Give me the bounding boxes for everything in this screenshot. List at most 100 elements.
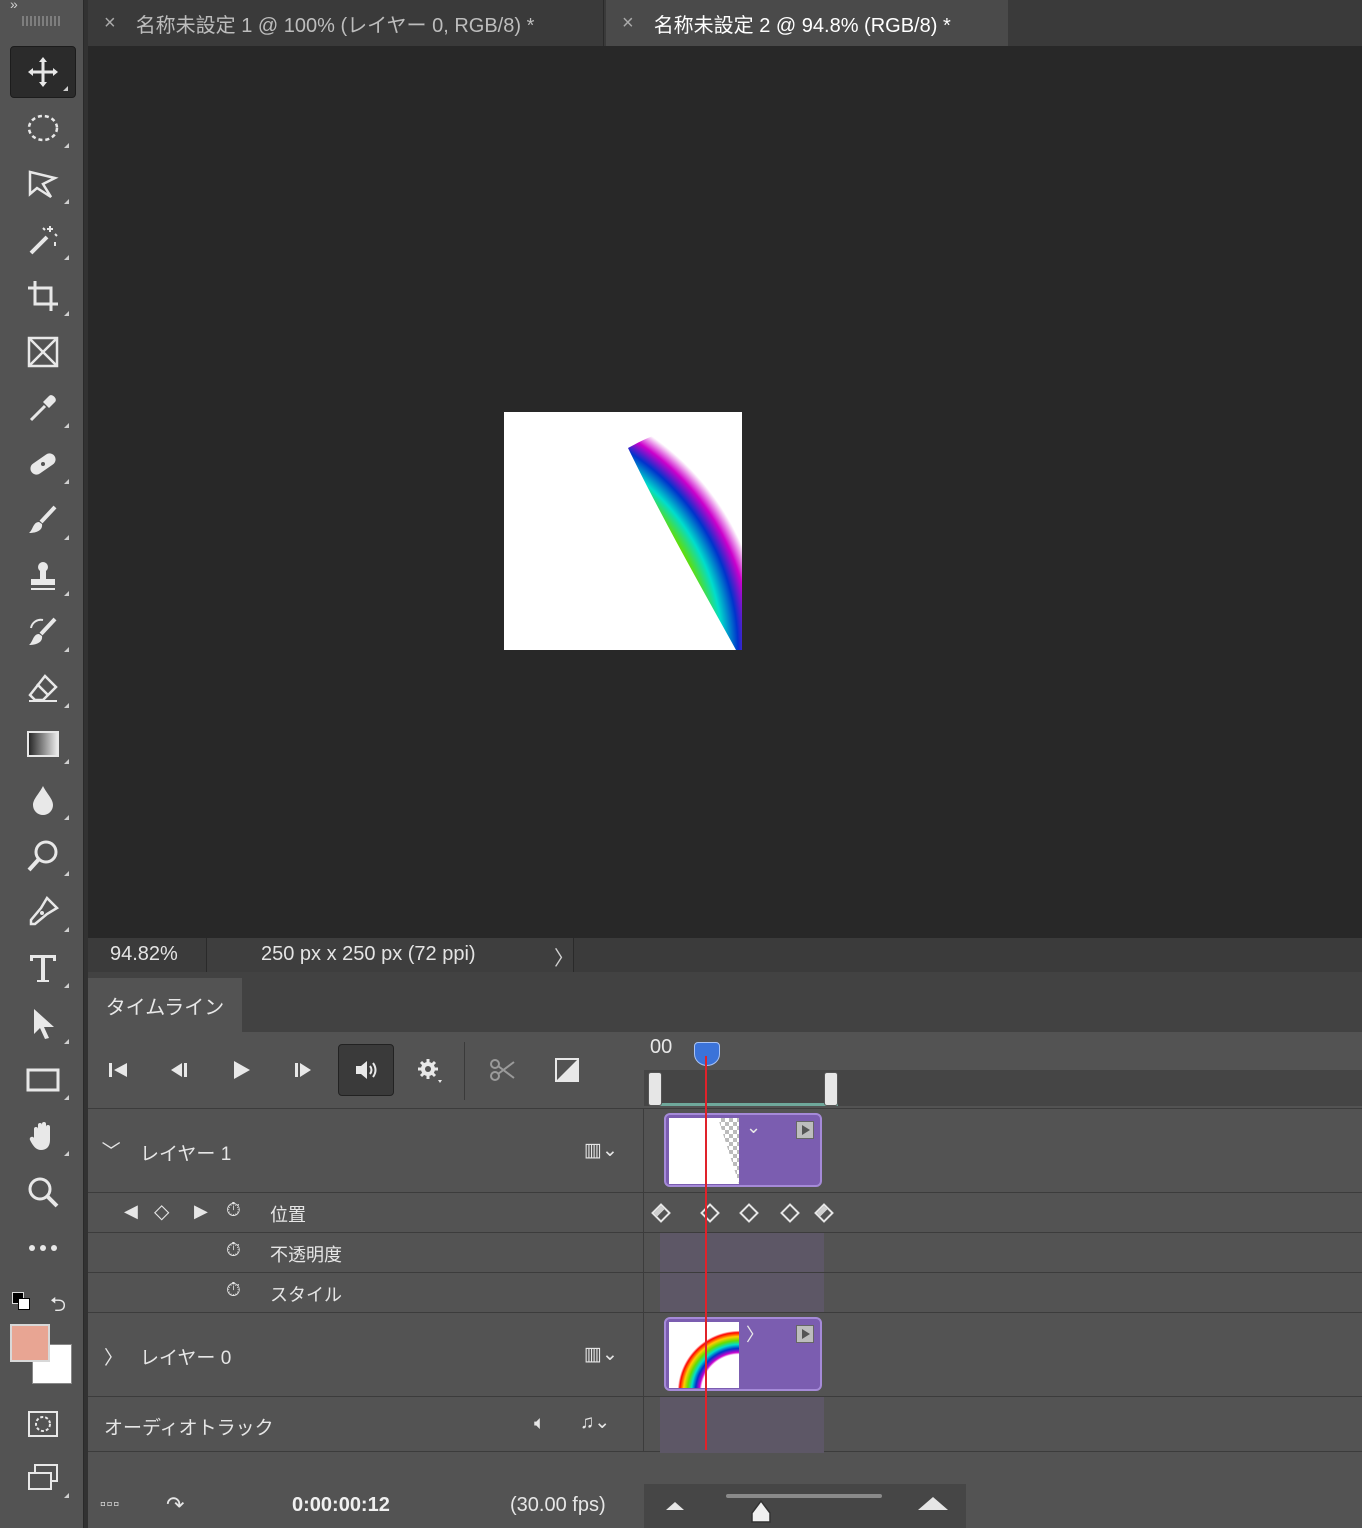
stopwatch-icon[interactable]: ⏱ — [226, 1200, 241, 1222]
transition-button[interactable] — [540, 1044, 594, 1096]
chevron-down-icon[interactable]: ⌄ — [746, 1117, 761, 1138]
close-icon[interactable]: × — [622, 12, 634, 35]
zoom-slider-thumb[interactable] — [748, 1498, 774, 1524]
play-button[interactable] — [214, 1044, 268, 1096]
video-clip[interactable]: ⌄ — [664, 1113, 822, 1187]
panel-grip[interactable] — [22, 16, 62, 26]
lasso-tool-button[interactable] — [10, 158, 76, 210]
film-strip-icon[interactable]: ▥⌄ — [584, 1139, 618, 1162]
render-video-icon[interactable]: ↷ — [166, 1492, 184, 1518]
property-name: スタイル — [270, 1285, 342, 1305]
gear-icon — [418, 1059, 442, 1083]
add-keyframe-icon[interactable]: ◇ — [154, 1199, 169, 1224]
close-icon[interactable]: × — [104, 12, 116, 35]
playhead-handle[interactable] — [694, 1042, 720, 1066]
marquee-tool-button[interactable] — [10, 102, 76, 154]
zoom-in-mountain-icon[interactable] — [916, 1494, 950, 1512]
magic-wand-tool-button[interactable] — [10, 214, 76, 266]
foreground-color-swatch[interactable] — [10, 1324, 50, 1362]
quick-mask-button[interactable] — [10, 1398, 76, 1450]
tab-timeline[interactable]: タイムライン — [88, 978, 242, 1032]
swap-colors-icon[interactable]: ⮌ — [50, 1290, 66, 1324]
crop-tool-button[interactable] — [10, 270, 76, 322]
tab-document-2[interactable]: × 名称未設定 2 @ 94.8% (RGB/8) * — [606, 0, 1008, 46]
work-area-end-handle[interactable] — [824, 1072, 838, 1106]
motion-icon[interactable] — [796, 1325, 814, 1343]
audio-toggle-button[interactable] — [338, 1044, 394, 1096]
speaker-icon[interactable]: 🔈︎ — [534, 1413, 545, 1435]
property-header: ◀ ◇ ▶ ⏱ 位置 — [88, 1193, 644, 1232]
settings-button[interactable] — [402, 1044, 456, 1096]
chevron-right-icon[interactable]: 〉 — [746, 1321, 764, 1347]
eyedropper-icon — [29, 395, 56, 422]
hand-tool-button[interactable] — [10, 1110, 76, 1162]
document-canvas[interactable] — [504, 412, 742, 650]
brush-tool-button[interactable] — [10, 494, 76, 546]
work-area-bar[interactable] — [654, 1076, 838, 1106]
layer-name[interactable]: レイヤー 1 — [140, 1139, 231, 1166]
stamp-icon — [31, 562, 55, 590]
next-frame-button[interactable] — [276, 1044, 330, 1096]
type-tool-button[interactable] — [10, 942, 76, 994]
keyframe-track[interactable] — [660, 1273, 824, 1313]
canvas-area[interactable] — [88, 46, 1362, 938]
music-note-icon[interactable]: ♫⌄ — [580, 1411, 610, 1434]
pen-tool-button[interactable] — [10, 886, 76, 938]
play-icon — [234, 1061, 250, 1079]
audio-track-area[interactable] — [660, 1397, 824, 1453]
blur-tool-button[interactable] — [10, 774, 76, 826]
more-tools-button[interactable] — [10, 1222, 76, 1274]
eraser-tool-button[interactable] — [10, 662, 76, 714]
video-clip[interactable]: 〉 — [664, 1317, 822, 1391]
stamp-tool-button[interactable] — [10, 550, 76, 602]
quick-mask-icon — [28, 1411, 58, 1437]
arrow-cursor-icon — [34, 1009, 54, 1039]
stopwatch-icon[interactable]: ⏱ — [226, 1240, 241, 1262]
keyframe-track[interactable] — [660, 1233, 824, 1273]
step-back-icon — [171, 1063, 187, 1077]
document-info[interactable]: 250 px x 250 px (72 ppi) — [206, 938, 574, 972]
previous-frame-button[interactable] — [152, 1044, 206, 1096]
history-brush-tool-button[interactable] — [10, 606, 76, 658]
zoom-tool-button[interactable] — [10, 1166, 76, 1218]
current-time[interactable]: 0:00:00:12 — [292, 1494, 390, 1517]
chevron-down-icon[interactable]: 〉 — [98, 1141, 125, 1160]
layer-name[interactable]: レイヤー 0 — [140, 1343, 231, 1370]
split-button[interactable] — [476, 1044, 530, 1096]
collapse-chevron-icon[interactable]: » — [10, 0, 18, 12]
rectangle-tool-button[interactable] — [10, 1054, 76, 1106]
crop-icon — [28, 281, 58, 311]
work-area-start-handle[interactable] — [648, 1072, 662, 1106]
film-strip-icon[interactable]: ▥⌄ — [584, 1343, 618, 1366]
path-selection-tool-button[interactable] — [10, 998, 76, 1050]
eyedropper-tool-button[interactable] — [10, 382, 76, 434]
clip-thumbnail — [669, 1322, 739, 1388]
hand-icon — [29, 1122, 50, 1150]
frame-tool-button[interactable] — [10, 326, 76, 378]
dodge-tool-button[interactable] — [10, 830, 76, 882]
default-colors-icon[interactable] — [12, 1292, 32, 1312]
previous-keyframe-icon[interactable]: ◀ — [124, 1201, 138, 1222]
zoom-out-mountain-icon[interactable] — [664, 1498, 686, 1512]
gradient-tool-button[interactable] — [10, 718, 76, 770]
screen-mode-icon — [28, 1464, 58, 1490]
frame-animation-icon[interactable]: ▫▫▫ — [100, 1496, 120, 1514]
playhead-line[interactable] — [705, 1056, 707, 1450]
layer-row: 〉 レイヤー 1 ▥⌄ ⌄ — [88, 1108, 1362, 1192]
tab-document-1[interactable]: × 名称未設定 1 @ 100% (レイヤー 0, RGB/8) * — [88, 0, 604, 46]
motion-icon[interactable] — [796, 1121, 814, 1139]
healing-tool-button[interactable] — [10, 438, 76, 490]
layer-row: 〉 レイヤー 0 ▥⌄ 〉 — [88, 1312, 1362, 1396]
audio-track-header: オーディオトラック 🔈︎ ♫⌄ — [88, 1397, 644, 1451]
time-ruler[interactable]: 00 — [644, 1032, 1362, 1108]
first-frame-button[interactable] — [92, 1044, 146, 1096]
move-tool-button[interactable] — [10, 46, 76, 98]
ellipsis-icon — [29, 1245, 57, 1251]
stopwatch-icon[interactable]: ⏱ — [226, 1280, 241, 1302]
chevron-right-icon[interactable]: 〉 — [104, 1343, 123, 1370]
next-keyframe-icon[interactable]: ▶ — [194, 1201, 208, 1222]
zoom-level[interactable]: 94.82% — [110, 943, 178, 966]
screen-mode-button[interactable] — [10, 1452, 76, 1504]
chevron-right-icon[interactable]: 〉 — [554, 942, 574, 971]
scissors-icon — [490, 1059, 515, 1081]
